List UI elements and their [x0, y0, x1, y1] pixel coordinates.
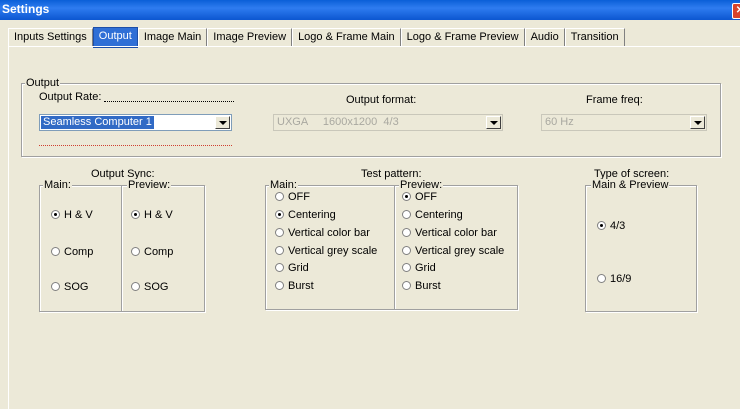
output-rate-dotted-line [104, 101, 234, 102]
test-pattern-preview-burst-radio[interactable]: Burst [402, 280, 441, 293]
output-rate-value: Seamless Computer 1 [41, 116, 154, 129]
frame-freq-combo[interactable]: 60 Hz [541, 114, 707, 131]
radio-label: SOG [144, 281, 169, 293]
output-format-label: Output format: [346, 94, 417, 106]
radio-off-icon [275, 192, 284, 201]
output-rate-combo[interactable]: Seamless Computer 1 [39, 114, 232, 131]
tab-output[interactable]: Output [92, 27, 138, 48]
output-group-label: Output [25, 77, 61, 89]
output-tab-panel: Output Output Rate: Seamless Computer 1 … [8, 46, 740, 409]
test-pattern-preview-grid-radio[interactable]: Grid [402, 262, 436, 275]
radio-off-icon [402, 228, 411, 237]
radio-on-icon [131, 210, 140, 219]
test-pattern-preview-grey-scale-radio[interactable]: Vertical grey scale [402, 245, 504, 258]
close-icon[interactable]: ✕ [732, 3, 740, 19]
output-sync-preview-label: Preview: [127, 179, 172, 191]
window-title: Settings [2, 2, 50, 16]
screen-type-group-label: Main & Preview [591, 179, 670, 191]
radio-label: 16/9 [610, 273, 632, 285]
radio-label: Burst [288, 280, 314, 292]
radio-off-icon [275, 228, 284, 237]
tab-audio[interactable]: Audio [524, 28, 565, 46]
radio-label: Grid [288, 262, 309, 274]
radio-on-icon [275, 210, 284, 219]
radio-label: H & V [64, 209, 93, 221]
screen-type-4-3-radio[interactable]: 4/3 [597, 220, 625, 233]
output-rate-red-line [39, 145, 232, 146]
output-sync-main-sog-radio[interactable]: SOG [51, 281, 88, 294]
radio-label: Burst [415, 280, 441, 292]
test-pattern-main-label: Main: [269, 179, 298, 191]
radio-label: OFF [415, 191, 437, 203]
test-pattern-main-color-bar-radio[interactable]: Vertical color bar [275, 227, 370, 240]
radio-label: Grid [415, 262, 436, 274]
screen-type-group [585, 185, 697, 312]
output-sync-preview-sog-radio[interactable]: SOG [131, 281, 168, 294]
output-sync-main-label: Main: [43, 179, 72, 191]
test-pattern-main-grid-radio[interactable]: Grid [275, 262, 309, 275]
radio-label: OFF [288, 191, 310, 203]
tab-image-preview[interactable]: Image Preview [207, 28, 293, 46]
output-format-value: UXGA 1600x1200 4/3 [277, 116, 399, 128]
output-sync-preview-comp-radio[interactable]: Comp [131, 246, 173, 259]
screen-type-16-9-radio[interactable]: 16/9 [597, 273, 631, 286]
tab-bar: Inputs Settings Output Image Main Image … [8, 27, 625, 48]
radio-on-icon [597, 221, 606, 230]
chevron-down-icon[interactable] [690, 116, 705, 129]
output-sync-preview-hv-radio[interactable]: H & V [131, 209, 173, 222]
output-format-combo[interactable]: UXGA 1600x1200 4/3 [273, 114, 503, 131]
radio-label: Vertical grey scale [415, 245, 505, 257]
radio-off-icon [402, 263, 411, 272]
radio-label: Centering [288, 209, 336, 221]
radio-off-icon [131, 282, 140, 291]
radio-off-icon [275, 246, 284, 255]
chevron-down-icon[interactable] [215, 116, 230, 129]
tab-inputs-settings[interactable]: Inputs Settings [8, 28, 93, 46]
radio-label: H & V [144, 209, 173, 221]
radio-on-icon [402, 192, 411, 201]
radio-label: Comp [144, 246, 174, 258]
radio-off-icon [275, 263, 284, 272]
radio-label: Comp [64, 246, 94, 258]
radio-label: Vertical color bar [288, 227, 370, 239]
radio-off-icon [402, 210, 411, 219]
output-sync-main-hv-radio[interactable]: H & V [51, 209, 93, 222]
test-pattern-preview-label: Preview: [399, 179, 444, 191]
radio-off-icon [275, 281, 284, 290]
test-pattern-preview-off-radio[interactable]: OFF [402, 191, 437, 204]
radio-label: SOG [64, 281, 89, 293]
tab-transition[interactable]: Transition [564, 28, 625, 46]
tab-logo-frame-main[interactable]: Logo & Frame Main [292, 28, 401, 46]
radio-label: Centering [415, 209, 463, 221]
radio-label: 4/3 [610, 220, 626, 232]
radio-off-icon [402, 246, 411, 255]
tab-logo-frame-preview[interactable]: Logo & Frame Preview [400, 28, 525, 46]
radio-off-icon [51, 282, 60, 291]
test-pattern-main-centering-radio[interactable]: Centering [275, 209, 336, 222]
radio-off-icon [131, 247, 140, 256]
title-bar: Settings ✕ [0, 0, 740, 20]
test-pattern-preview-centering-radio[interactable]: Centering [402, 209, 463, 222]
frame-freq-label: Frame freq: [586, 94, 643, 106]
radio-off-icon [597, 274, 606, 283]
test-pattern-preview-color-bar-radio[interactable]: Vertical color bar [402, 227, 497, 240]
test-pattern-main-burst-radio[interactable]: Burst [275, 280, 314, 293]
test-pattern-main-off-radio[interactable]: OFF [275, 191, 310, 204]
tab-image-main[interactable]: Image Main [137, 28, 208, 46]
output-rate-label: Output Rate: [39, 91, 102, 103]
output-sync-main-comp-radio[interactable]: Comp [51, 246, 93, 259]
radio-off-icon [51, 247, 60, 256]
test-pattern-main-grey-scale-radio[interactable]: Vertical grey scale [275, 245, 377, 258]
radio-label: Vertical color bar [415, 227, 497, 239]
radio-label: Vertical grey scale [288, 245, 378, 257]
frame-freq-value: 60 Hz [545, 116, 574, 128]
radio-off-icon [402, 281, 411, 290]
chevron-down-icon[interactable] [486, 116, 501, 129]
radio-on-icon [51, 210, 60, 219]
